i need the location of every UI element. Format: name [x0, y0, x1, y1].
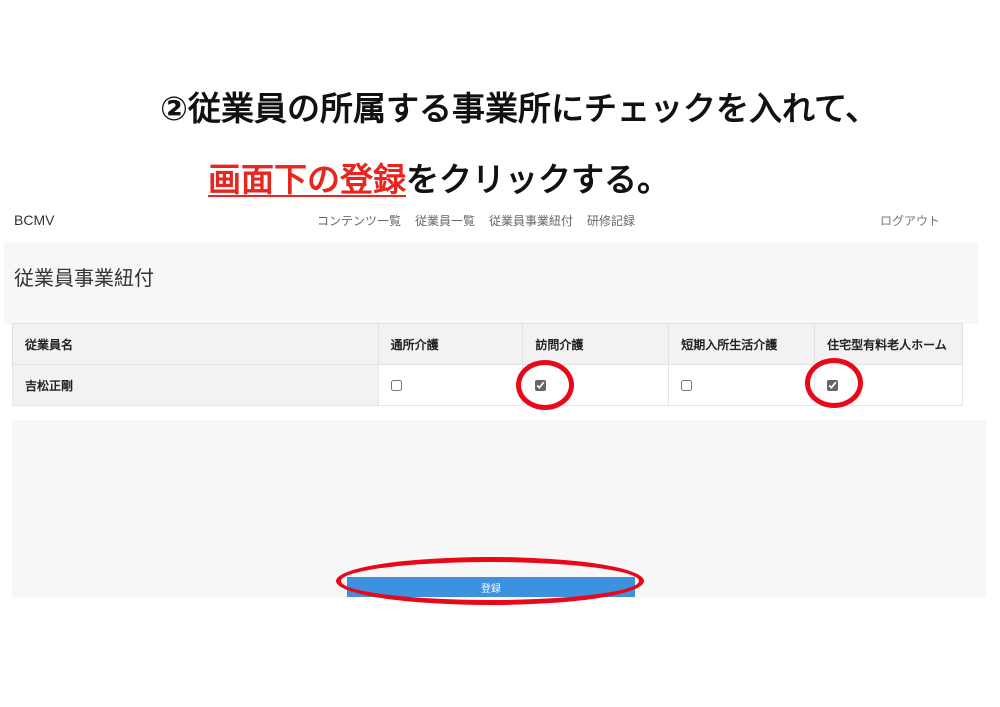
nav-links: コンテンツ一覧 従業員一覧 従業員事業紐付 研修記録	[317, 212, 635, 229]
checkbox-cell	[377, 364, 524, 406]
nav-link-training-records[interactable]: 研修記録	[587, 212, 635, 229]
annotation-circle-home-visit	[516, 360, 574, 410]
instruction-rest: をクリックする。	[406, 160, 670, 199]
header-home-visit-care: 訪問介護	[522, 323, 670, 365]
page-title: 従業員事業紐付	[14, 266, 154, 290]
day-care-checkbox[interactable]	[390, 380, 402, 391]
instruction-line-1: ②従業員の所属する事業所にチェックを入れて、	[160, 89, 879, 128]
navbar: BCMV コンテンツ一覧 従業員一覧 従業員事業紐付 研修記録 ログアウト	[0, 203, 1000, 239]
nav-link-employee-business-link[interactable]: 従業員事業紐付	[489, 212, 573, 229]
short-stay-care-checkbox[interactable]	[681, 380, 693, 391]
checkbox-cell	[668, 364, 816, 406]
instruction-line-2: 画面下の登録をクリックする。	[208, 153, 670, 201]
table-header-row: 従業員名 通所介護 訪問介護 短期入所生活介護 住宅型有料老人ホーム	[12, 323, 963, 365]
header-employee-name: 従業員名	[12, 323, 379, 365]
header-short-stay-care: 短期入所生活介護	[668, 323, 816, 365]
instruction-highlight: 画面下の登録	[208, 160, 406, 199]
nav-link-contents[interactable]: コンテンツ一覧	[317, 212, 401, 229]
header-day-care: 通所介護	[377, 323, 524, 365]
annotation-ellipse-register	[336, 557, 644, 605]
brand-logo[interactable]: BCMV	[14, 212, 54, 228]
logout-link[interactable]: ログアウト	[880, 212, 940, 229]
annotation-circle-residential-home	[805, 358, 863, 408]
page-header: 従業員事業紐付	[4, 242, 978, 324]
nav-link-employees[interactable]: 従業員一覧	[415, 212, 475, 229]
employee-name-cell: 吉松正剛	[12, 364, 379, 406]
